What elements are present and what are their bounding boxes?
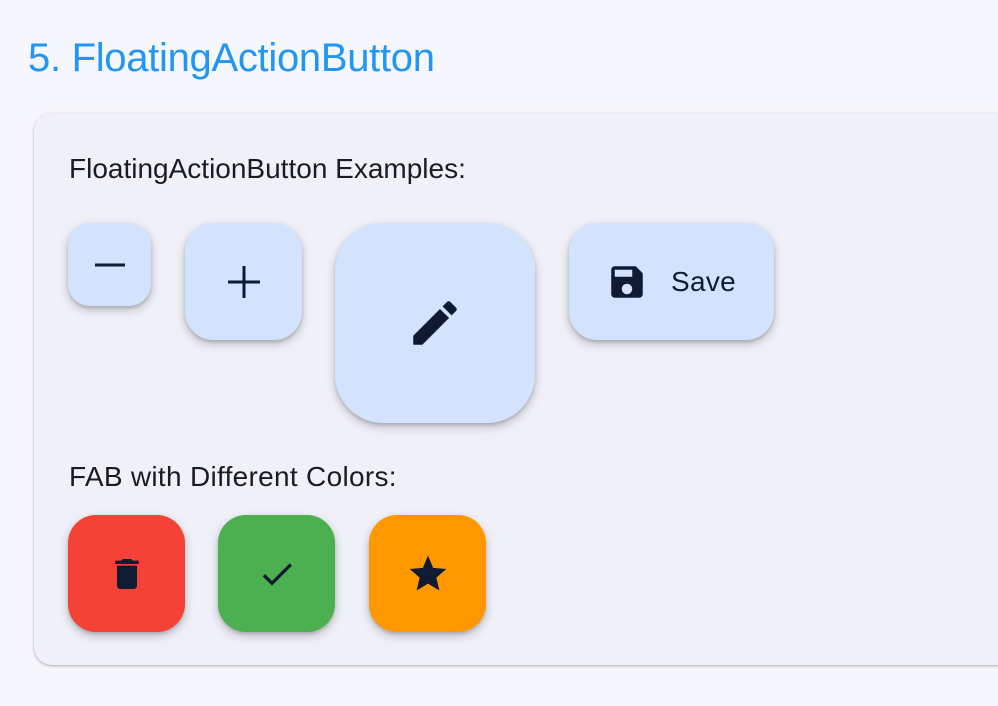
star-icon	[406, 552, 450, 596]
add-icon	[227, 265, 260, 298]
delete-icon	[107, 554, 147, 594]
save-icon	[606, 261, 648, 303]
star-fab-button[interactable]	[369, 515, 486, 632]
check-icon	[257, 554, 297, 594]
examples-label: FloatingActionButton Examples:	[69, 153, 466, 184]
save-fab-button[interactable]: Save	[569, 223, 774, 340]
save-fab-label: Save	[671, 265, 737, 297]
edit-fab-button[interactable]	[335, 223, 535, 423]
small-fab-button[interactable]	[68, 223, 151, 306]
add-fab-button[interactable]	[185, 223, 302, 340]
delete-fab-button[interactable]	[68, 515, 185, 632]
check-fab-button[interactable]	[218, 515, 335, 632]
edit-icon	[406, 294, 464, 352]
colors-label: FAB with Different Colors:	[69, 461, 397, 492]
page-title: 5. FloatingActionButton	[28, 36, 435, 80]
remove-icon	[94, 262, 125, 268]
